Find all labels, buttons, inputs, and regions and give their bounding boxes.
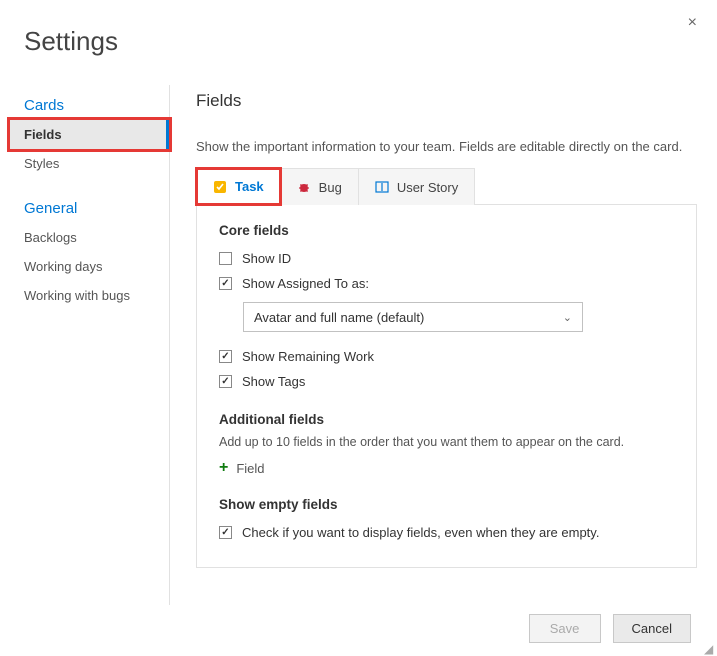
sidebar: Cards Fields Styles General Backlogs Wor…: [10, 85, 170, 605]
sidebar-item-styles[interactable]: Styles: [10, 149, 169, 178]
core-fields-heading: Core fields: [219, 223, 674, 238]
add-field-label: Field: [236, 461, 264, 476]
label-remaining-work: Show Remaining Work: [242, 349, 374, 364]
assigned-to-value: Avatar and full name (default): [254, 310, 424, 325]
sidebar-heading-cards[interactable]: Cards: [10, 91, 169, 120]
footer: Save Cancel: [529, 614, 691, 643]
label-empty-fields: Check if you want to display fields, eve…: [242, 525, 599, 540]
label-show-tags: Show Tags: [242, 374, 305, 389]
tab-task-label: Task: [235, 179, 264, 194]
task-icon: [213, 180, 227, 194]
panel: Core fields Show ID Show Assigned To as:…: [196, 204, 697, 568]
tab-bug-label: Bug: [319, 180, 342, 195]
empty-fields-heading: Show empty fields: [219, 497, 674, 512]
plus-icon: +: [219, 459, 228, 477]
additional-heading: Additional fields: [219, 412, 674, 427]
page-title: Settings: [0, 0, 717, 57]
resize-handle[interactable]: ◢: [704, 642, 714, 652]
checkbox-show-tags[interactable]: [219, 375, 232, 388]
tabs: Task Bug User Story: [196, 168, 697, 205]
chevron-down-icon: ⌄: [563, 311, 572, 324]
checkbox-remaining-work[interactable]: [219, 350, 232, 363]
content-title: Fields: [196, 91, 697, 111]
tab-bug[interactable]: Bug: [280, 168, 359, 205]
story-icon: [375, 180, 389, 194]
sidebar-item-fields[interactable]: Fields: [10, 120, 169, 149]
content-description: Show the important information to your t…: [196, 139, 697, 154]
sidebar-item-working-with-bugs[interactable]: Working with bugs: [10, 281, 169, 310]
assigned-to-select[interactable]: Avatar and full name (default) ⌄: [243, 302, 583, 332]
tab-user-story[interactable]: User Story: [358, 168, 475, 205]
cancel-button[interactable]: Cancel: [613, 614, 691, 643]
sidebar-item-backlogs[interactable]: Backlogs: [10, 223, 169, 252]
label-show-id: Show ID: [242, 251, 291, 266]
save-button[interactable]: Save: [529, 614, 601, 643]
additional-description: Add up to 10 fields in the order that yo…: [219, 435, 674, 449]
tab-story-label: User Story: [397, 180, 458, 195]
bug-icon: [297, 180, 311, 194]
content-panel: Fields Show the important information to…: [170, 85, 717, 605]
close-button[interactable]: ×: [688, 14, 697, 32]
sidebar-heading-general[interactable]: General: [10, 194, 169, 223]
checkbox-assigned-to[interactable]: [219, 277, 232, 290]
tab-task[interactable]: Task: [196, 168, 281, 205]
sidebar-item-working-days[interactable]: Working days: [10, 252, 169, 281]
add-field-button[interactable]: + Field: [219, 459, 674, 477]
label-assigned-to: Show Assigned To as:: [242, 276, 369, 291]
checkbox-empty-fields[interactable]: [219, 526, 232, 539]
checkbox-show-id[interactable]: [219, 252, 232, 265]
